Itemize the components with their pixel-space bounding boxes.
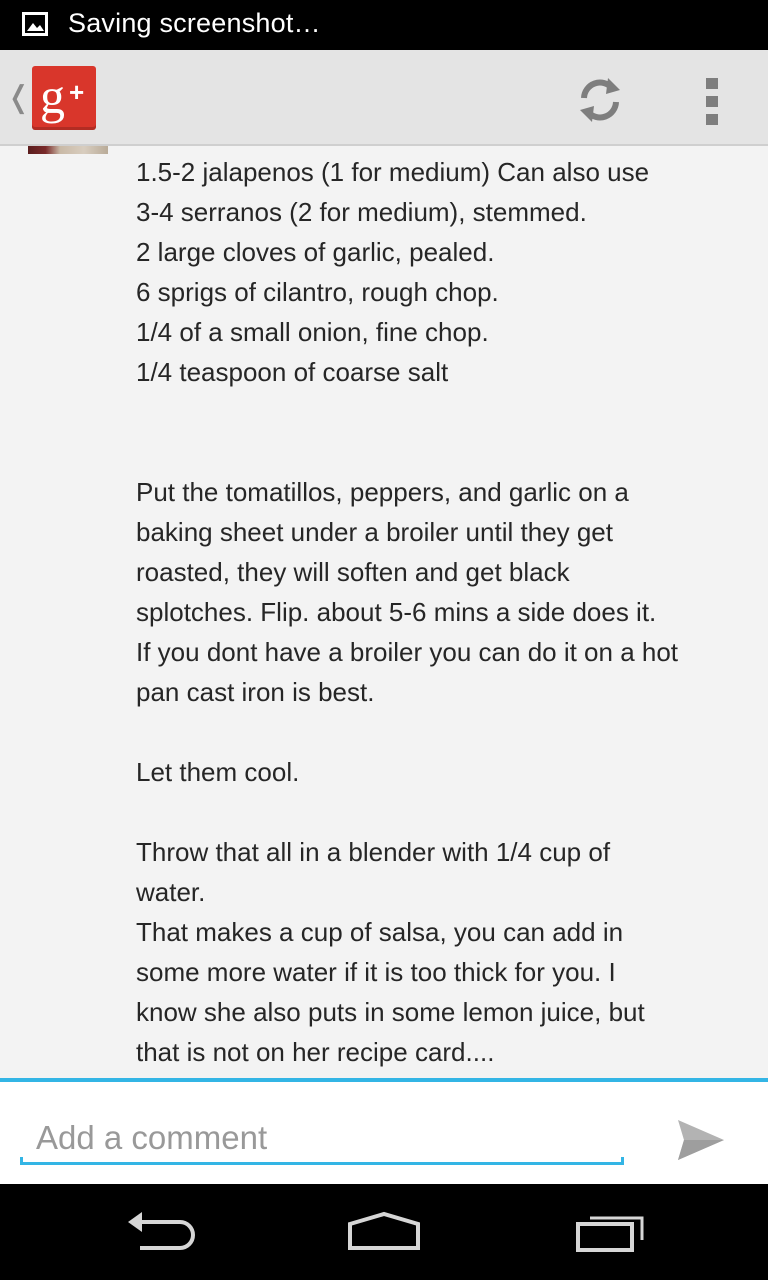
- comment-input[interactable]: [20, 1112, 624, 1164]
- status-notification-text: Saving screenshot…: [68, 8, 321, 38]
- google-plus-logo[interactable]: g +: [32, 66, 96, 130]
- comment-line: [136, 792, 746, 832]
- comment-line: splotches. Flip. about 5-6 mins a side d…: [136, 597, 657, 627]
- logo-letter: g: [40, 68, 65, 124]
- recent-apps-icon: [574, 1216, 646, 1258]
- comment-line: know she also puts in some lemon juice, …: [136, 997, 645, 1027]
- overflow-menu-icon: [706, 78, 718, 89]
- image-icon: [22, 12, 48, 36]
- refresh-button[interactable]: [570, 70, 630, 130]
- comment-line: If you dont have a broiler you can do it…: [136, 637, 679, 667]
- comment-line: [136, 392, 746, 432]
- up-caret-icon[interactable]: ❬: [6, 80, 31, 115]
- home-button[interactable]: [346, 1210, 422, 1254]
- comment-line: 2 large cloves of garlic, pealed.: [136, 237, 495, 267]
- comment-line: Throw that all in a blender with 1/4 cup…: [136, 837, 611, 867]
- comment-line: roasted, they will soften and get black: [136, 557, 570, 587]
- back-button[interactable]: [124, 1210, 196, 1254]
- navigation-bar: [0, 1184, 768, 1280]
- avatar[interactable]: [28, 146, 108, 154]
- comment-thread[interactable]: 1.5-2 jalapenos (1 for medium) Can also …: [0, 146, 768, 1080]
- refresh-icon: [570, 78, 630, 134]
- logo-plus: +: [69, 77, 85, 107]
- comment-line: 1.5-2 jalapenos (1 for medium) Can also …: [136, 157, 650, 187]
- status-bar: Saving screenshot…: [0, 0, 768, 50]
- send-button[interactable]: [676, 1118, 726, 1162]
- comment-line: Let them cool.: [136, 757, 300, 787]
- send-icon: [676, 1120, 726, 1166]
- input-underline: [20, 1157, 624, 1165]
- back-icon: [124, 1212, 196, 1258]
- comment-line: That makes a cup of salsa, you can add i…: [136, 917, 624, 947]
- overflow-menu-button[interactable]: [690, 70, 734, 130]
- comment-line: 3-4 serranos (2 for medium), stemmed.: [136, 197, 587, 227]
- comment-line: 1/4 of a small onion, fine chop.: [136, 317, 489, 347]
- home-icon: [346, 1211, 422, 1258]
- comment-line: pan cast iron is best.: [136, 677, 375, 707]
- overflow-menu-icon: [706, 96, 718, 107]
- overflow-menu-icon: [706, 114, 718, 125]
- comment-line: 6 sprigs of cilantro, rough chop.: [136, 277, 499, 307]
- comment-line: baking sheet under a broiler until they …: [136, 517, 613, 547]
- action-bar: ❬ g +: [0, 50, 768, 146]
- comment-text: 1.5-2 jalapenos (1 for medium) Can also …: [136, 152, 746, 1072]
- comment-line: water.: [136, 877, 206, 907]
- comment-line: that is not on her recipe card....: [136, 1037, 495, 1067]
- comment-line: some more water if it is too thick for y…: [136, 957, 616, 987]
- comment-line: 1/4 teaspoon of coarse salt: [136, 357, 449, 387]
- comment-line: Put the tomatillos, peppers, and garlic …: [136, 477, 629, 507]
- comment-composer: [0, 1078, 768, 1184]
- recent-apps-button[interactable]: [574, 1210, 646, 1254]
- comment-line: [136, 712, 746, 752]
- comment-line: [136, 432, 746, 472]
